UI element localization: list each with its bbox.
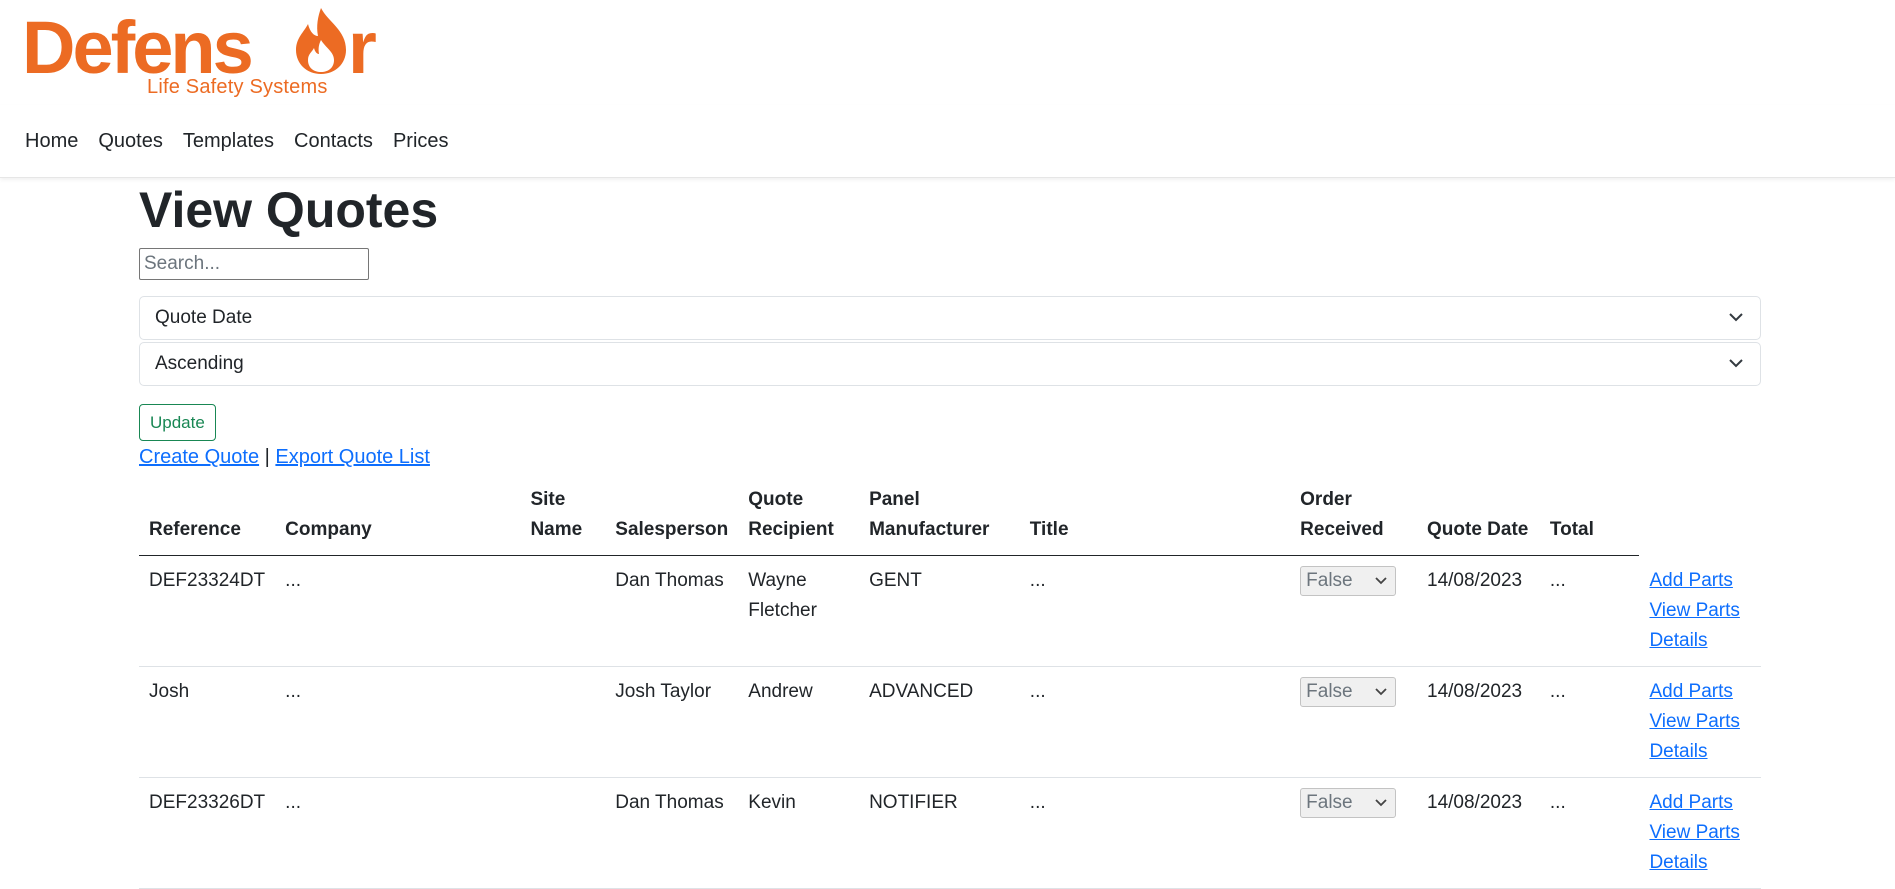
cell-total: ... bbox=[1539, 777, 1640, 889]
chevron-down-icon bbox=[1375, 577, 1387, 585]
sort-field-select[interactable]: Quote Date bbox=[139, 296, 1761, 340]
create-quote-link[interactable]: Create Quote bbox=[139, 446, 259, 468]
update-button[interactable]: Update bbox=[139, 404, 216, 441]
order-received-select[interactable]: False bbox=[1300, 676, 1397, 707]
nav-templates[interactable]: Templates bbox=[183, 130, 274, 153]
cell-company: ... bbox=[275, 666, 521, 778]
header-quote-recipient[interactable]: Quote Recipient bbox=[738, 477, 860, 556]
cell-panel: GENT bbox=[859, 555, 1020, 667]
cell-reference: DEF23324DT bbox=[139, 555, 276, 667]
quotes-table: Reference Company Site Name Salesperson … bbox=[139, 477, 1761, 889]
table-row: Josh ... Josh Taylor Andrew ADVANCED ...… bbox=[139, 666, 1761, 778]
order-received-select[interactable]: False bbox=[1300, 787, 1397, 818]
cell-order-received: False bbox=[1290, 555, 1418, 667]
details-link[interactable]: Details bbox=[1649, 626, 1751, 656]
header-reference[interactable]: Reference bbox=[139, 477, 276, 556]
view-parts-link[interactable]: View Parts bbox=[1649, 818, 1751, 848]
cell-reference: DEF23326DT bbox=[139, 777, 276, 889]
cell-title: ... bbox=[1019, 666, 1291, 778]
link-separator: | bbox=[264, 446, 270, 468]
header-site-name[interactable]: Site Name bbox=[520, 477, 606, 556]
details-link[interactable]: Details bbox=[1649, 737, 1751, 767]
cell-quote-date: 14/08/2023 bbox=[1417, 555, 1540, 667]
cell-order-received: False bbox=[1290, 777, 1418, 889]
header-title[interactable]: Title bbox=[1019, 477, 1291, 556]
table-row: DEF23324DT ... Dan Thomas Wayne Fletcher… bbox=[139, 555, 1761, 667]
main-content: View Quotes Quote Date Ascending Update … bbox=[139, 178, 1761, 889]
view-parts-link[interactable]: View Parts bbox=[1649, 596, 1751, 626]
nav-prices[interactable]: Prices bbox=[393, 130, 449, 153]
nav-home[interactable]: Home bbox=[25, 130, 78, 153]
table-row: DEF23326DT ... Dan Thomas Kevin NOTIFIER… bbox=[139, 777, 1761, 889]
add-parts-link[interactable]: Add Parts bbox=[1649, 788, 1751, 818]
search-input[interactable] bbox=[139, 248, 369, 280]
header-company[interactable]: Company bbox=[275, 477, 521, 556]
order-received-select[interactable]: False bbox=[1300, 566, 1397, 596]
details-link[interactable]: Details bbox=[1649, 848, 1751, 878]
cell-company: ... bbox=[275, 777, 521, 889]
header-panel-manufacturer[interactable]: Panel Manufacturer bbox=[859, 477, 1020, 556]
chevron-down-icon bbox=[1375, 687, 1387, 695]
cell-quote-date: 14/08/2023 bbox=[1417, 666, 1540, 778]
sort-order-select[interactable]: Ascending bbox=[139, 342, 1761, 386]
cell-actions: Add Parts View Parts Details bbox=[1639, 777, 1761, 889]
cell-total: ... bbox=[1539, 666, 1640, 778]
cell-actions: Add Parts View Parts Details bbox=[1639, 666, 1761, 778]
header-salesperson[interactable]: Salesperson bbox=[605, 477, 739, 556]
flame-icon bbox=[296, 8, 346, 74]
cell-quote-date: 14/08/2023 bbox=[1417, 777, 1540, 889]
order-received-value: False bbox=[1306, 680, 1353, 702]
cell-salesperson: Josh Taylor bbox=[605, 666, 739, 778]
cell-recipient: Wayne Fletcher bbox=[738, 555, 860, 667]
cell-actions: Add Parts View Parts Details bbox=[1639, 555, 1761, 667]
cell-title: ... bbox=[1019, 777, 1291, 889]
defensor-logo[interactable]: Defens Life Safety Systems r bbox=[22, 4, 377, 100]
chevron-down-icon bbox=[1729, 359, 1743, 368]
cell-title: ... bbox=[1019, 555, 1291, 667]
cell-panel: NOTIFIER bbox=[859, 777, 1020, 889]
export-quote-list-link[interactable]: Export Quote List bbox=[275, 446, 430, 468]
page-title: View Quotes bbox=[139, 182, 439, 238]
chevron-down-icon bbox=[1729, 313, 1743, 322]
nav-quotes[interactable]: Quotes bbox=[98, 130, 162, 153]
cell-company: ... bbox=[275, 555, 521, 667]
cell-panel: ADVANCED bbox=[859, 666, 1020, 778]
order-received-value: False bbox=[1306, 570, 1353, 591]
cell-recipient: Andrew bbox=[738, 666, 860, 778]
header-total[interactable]: Total bbox=[1539, 477, 1640, 556]
chevron-down-icon bbox=[1375, 798, 1387, 806]
nav-contacts[interactable]: Contacts bbox=[294, 130, 373, 153]
sort-field-value: Quote Date bbox=[155, 307, 253, 328]
header-quote-date[interactable]: Quote Date bbox=[1417, 477, 1540, 556]
logo-wordmark-end: r bbox=[348, 6, 377, 89]
main-navbar: Home Quotes Templates Contacts Prices bbox=[0, 105, 1895, 178]
cell-site-name bbox=[520, 666, 606, 778]
header-actions bbox=[1639, 477, 1761, 556]
brand-bar: Defens Life Safety Systems r bbox=[0, 0, 1895, 105]
add-parts-link[interactable]: Add Parts bbox=[1649, 566, 1751, 596]
view-parts-link[interactable]: View Parts bbox=[1649, 707, 1751, 737]
cell-site-name bbox=[520, 777, 606, 889]
quote-links-row: Create Quote | Export Quote List bbox=[139, 446, 1761, 469]
order-received-value: False bbox=[1306, 791, 1353, 813]
header-order-received[interactable]: Order Received bbox=[1290, 477, 1418, 556]
cell-salesperson: Dan Thomas bbox=[605, 555, 739, 667]
cell-recipient: Kevin bbox=[738, 777, 860, 889]
cell-site-name bbox=[520, 555, 606, 667]
cell-total: ... bbox=[1539, 555, 1640, 667]
sort-order-value: Ascending bbox=[155, 353, 244, 374]
cell-order-received: False bbox=[1290, 666, 1418, 778]
logo-tagline: Life Safety Systems bbox=[147, 76, 328, 98]
cell-salesperson: Dan Thomas bbox=[605, 777, 739, 889]
cell-reference: Josh bbox=[139, 666, 276, 778]
add-parts-link[interactable]: Add Parts bbox=[1649, 677, 1751, 707]
table-header-row: Reference Company Site Name Salesperson … bbox=[139, 477, 1761, 556]
